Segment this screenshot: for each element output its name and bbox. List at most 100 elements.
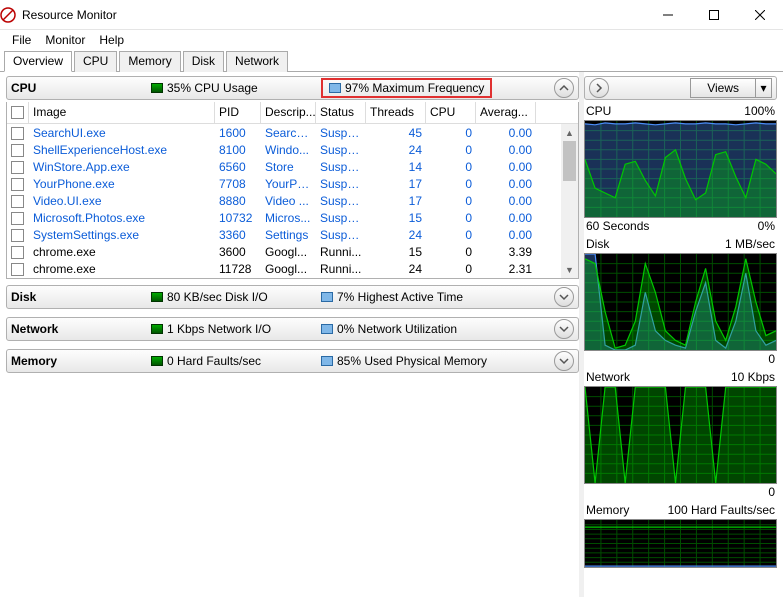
graph-disk: Disk1 MB/sec 0 [584, 237, 777, 366]
menu-file[interactable]: File [6, 32, 37, 48]
views-button[interactable]: Views ▾ [690, 78, 772, 98]
row-checkbox[interactable] [11, 144, 24, 157]
cell-description: YourPh... [261, 177, 316, 191]
table-row[interactable]: WinStore.App.exe6560StoreSuspe...1400.00 [7, 158, 578, 175]
table-row[interactable]: SystemSettings.exe3360SettingsSuspe...24… [7, 226, 578, 243]
cell-cpu: 0 [426, 262, 476, 276]
cell-description: Googl... [261, 245, 316, 259]
table-scrollbar[interactable]: ▲ ▼ [561, 124, 578, 278]
table-row[interactable]: YourPhone.exe7708YourPh...Suspe...1700.0… [7, 175, 578, 192]
tab-network[interactable]: Network [226, 51, 288, 72]
minimize-button[interactable] [645, 0, 691, 30]
cell-image: YourPhone.exe [29, 177, 215, 191]
graph-network: Network10 Kbps 0 [584, 370, 777, 499]
menu-monitor[interactable]: Monitor [39, 32, 91, 48]
cell-threads: 24 [366, 143, 426, 157]
net-util-label: 0% Network Utilization [337, 322, 457, 336]
table-row[interactable]: Video.UI.exe8880Video ...Suspe...1700.00 [7, 192, 578, 209]
mem-used-swatch-icon [321, 356, 333, 366]
scroll-thumb[interactable] [563, 141, 576, 181]
graph-disk-title: Disk [586, 237, 609, 251]
cell-description: Store [261, 160, 316, 174]
col-pid[interactable]: PID [215, 102, 261, 123]
panel-header-memory[interactable]: Memory 0 Hard Faults/sec 85% Used Physic… [6, 349, 579, 373]
menu-bar: File Monitor Help [0, 30, 783, 50]
cell-status: Suspe... [316, 211, 366, 225]
graph-net-max: 10 Kbps [731, 370, 775, 384]
col-checkbox[interactable] [7, 102, 29, 123]
cell-pid: 6560 [215, 160, 261, 174]
panel-header-disk[interactable]: Disk 80 KB/sec Disk I/O 7% Highest Activ… [6, 285, 579, 309]
views-label: Views [691, 81, 755, 95]
views-dropdown-icon[interactable]: ▾ [755, 79, 771, 97]
mem-faults-label: 0 Hard Faults/sec [167, 354, 261, 368]
col-status[interactable]: Status [316, 102, 366, 123]
row-checkbox[interactable] [11, 212, 24, 225]
row-checkbox[interactable] [11, 263, 24, 276]
tab-memory[interactable]: Memory [119, 51, 180, 72]
cell-description: Googl... [261, 262, 316, 276]
collapse-cpu-button[interactable] [554, 78, 574, 98]
cpu-freq-swatch-icon [329, 83, 341, 93]
app-icon [0, 7, 16, 23]
collapse-graphs-button[interactable] [589, 78, 609, 98]
tab-overview[interactable]: Overview [4, 51, 72, 72]
maximize-button[interactable] [691, 0, 737, 30]
col-cpu[interactable]: CPU [426, 102, 476, 123]
cell-image: SearchUI.exe [29, 126, 215, 140]
col-description[interactable]: Descrip... [261, 102, 316, 123]
graph-cpu-max: 100% [744, 104, 775, 118]
tab-disk[interactable]: Disk [183, 51, 224, 72]
cell-pid: 1600 [215, 126, 261, 140]
cell-average: 0.00 [476, 126, 536, 140]
mem-faults-swatch-icon [151, 356, 163, 366]
row-checkbox[interactable] [11, 229, 24, 242]
expand-memory-button[interactable] [554, 351, 574, 371]
cell-average: 0.00 [476, 228, 536, 242]
cell-image: Microsoft.Photos.exe [29, 211, 215, 225]
scroll-up-arrow-icon[interactable]: ▲ [561, 124, 578, 141]
cell-average: 2.31 [476, 262, 536, 276]
col-image[interactable]: Image [29, 102, 215, 123]
cell-average: 0.00 [476, 143, 536, 157]
cell-description: Micros... [261, 211, 316, 225]
cell-cpu: 0 [426, 228, 476, 242]
disk-io-label: 80 KB/sec Disk I/O [167, 290, 268, 304]
table-row[interactable]: chrome.exe3600Googl...Runni...1503.39 [7, 243, 578, 260]
expand-network-button[interactable] [554, 319, 574, 339]
cell-status: Suspe... [316, 126, 366, 140]
scroll-down-arrow-icon[interactable]: ▼ [561, 261, 578, 278]
table-row[interactable]: Microsoft.Photos.exe10732Micros...Suspe.… [7, 209, 578, 226]
cell-description: Settings [261, 228, 316, 242]
row-checkbox[interactable] [11, 178, 24, 191]
net-io-label: 1 Kbps Network I/O [167, 322, 271, 336]
graph-net-title: Network [586, 370, 630, 384]
cell-status: Runni... [316, 245, 366, 259]
table-row[interactable]: chrome.exe11728Googl...Runni...2402.31 [7, 260, 578, 277]
graph-cpu-title: CPU [586, 104, 611, 118]
table-header-row: Image PID Descrip... Status Threads CPU … [7, 102, 578, 124]
expand-disk-button[interactable] [554, 287, 574, 307]
panel-header-network[interactable]: Network 1 Kbps Network I/O 0% Network Ut… [6, 317, 579, 341]
menu-help[interactable]: Help [93, 32, 130, 48]
row-checkbox[interactable] [11, 246, 24, 259]
panel-title-network: Network [11, 322, 151, 336]
close-button[interactable] [737, 0, 783, 30]
table-row[interactable]: SearchUI.exe1600Search ...Suspe...4500.0… [7, 124, 578, 141]
max-frequency-highlight: 97% Maximum Frequency [321, 78, 492, 98]
cell-average: 3.39 [476, 245, 536, 259]
row-checkbox[interactable] [11, 127, 24, 140]
col-average[interactable]: Averag... [476, 102, 536, 123]
tab-cpu[interactable]: CPU [74, 51, 117, 72]
col-threads[interactable]: Threads [366, 102, 426, 123]
panel-header-cpu[interactable]: CPU 35% CPU Usage 97% Maximum Frequency [6, 76, 579, 100]
row-checkbox[interactable] [11, 161, 24, 174]
table-row[interactable]: ShellExperienceHost.exe8100Windo...Suspe… [7, 141, 578, 158]
panel-title-memory: Memory [11, 354, 151, 368]
table-row[interactable]: perfmon.exe2524Resou...Runni...1722.00 [7, 277, 578, 278]
cell-status: Suspe... [316, 160, 366, 174]
cell-status: Suspe... [316, 194, 366, 208]
row-checkbox[interactable] [11, 195, 24, 208]
net-io-swatch-icon [151, 324, 163, 334]
cell-threads: 17 [366, 177, 426, 191]
